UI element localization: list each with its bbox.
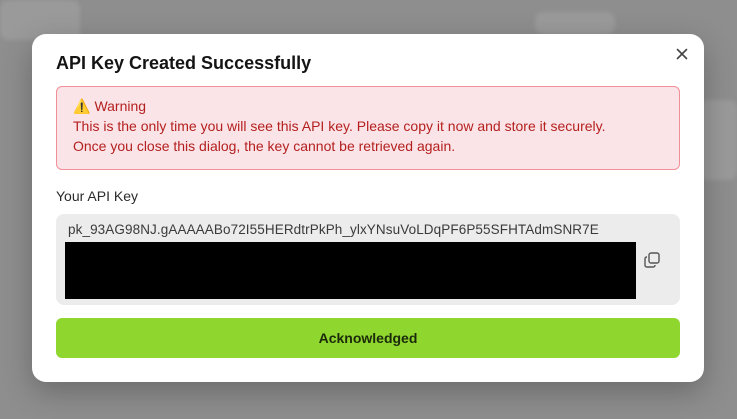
dialog-title: API Key Created Successfully xyxy=(56,53,312,73)
warning-message-line-2: Once you close this dialog, the key cann… xyxy=(73,138,456,154)
api-key-dialog: API Key Created Successfully ⚠️ Warning … xyxy=(32,34,704,382)
api-key-label: Your API Key xyxy=(56,188,138,204)
close-icon xyxy=(676,48,688,60)
close-button[interactable] xyxy=(672,44,692,64)
copy-icon xyxy=(644,252,660,268)
background-content xyxy=(700,100,737,180)
warning-icon: ⚠️ xyxy=(73,98,91,114)
api-key-field: pk_93AG98NJ.gAAAAABo72I55HERdtrPkPh_ylxY… xyxy=(56,214,680,305)
background-content xyxy=(535,12,615,34)
warning-heading: Warning xyxy=(94,98,147,114)
copy-button[interactable] xyxy=(642,250,662,270)
warning-header: ⚠️ Warning xyxy=(73,96,663,116)
redacted-area xyxy=(65,242,636,299)
warning-alert: ⚠️ Warning This is the only time you wil… xyxy=(56,86,680,170)
warning-message-line-1: This is the only time you will see this … xyxy=(73,118,606,134)
api-key-value[interactable]: pk_93AG98NJ.gAAAAABo72I55HERdtrPkPh_ylxY… xyxy=(68,222,599,237)
acknowledged-button[interactable]: Acknowledged xyxy=(56,318,680,358)
